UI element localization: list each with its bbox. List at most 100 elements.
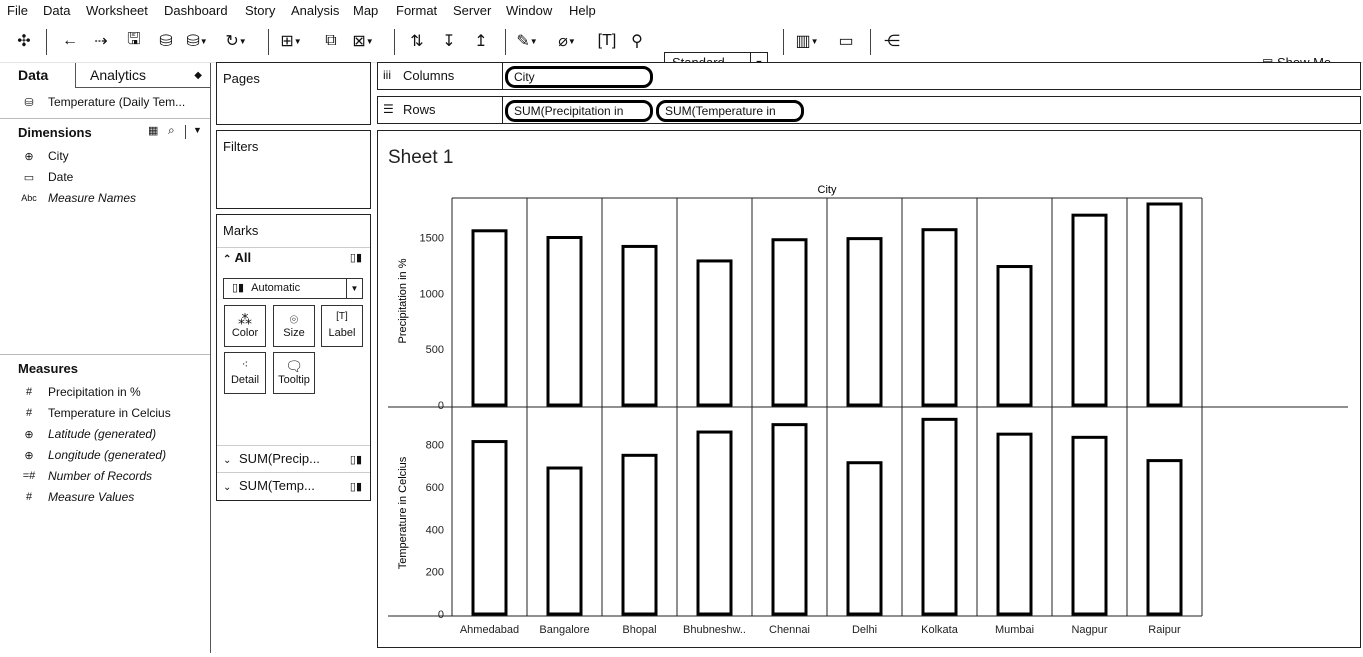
pages-card[interactable]: Pages [216,62,371,125]
save-icon[interactable]: 🖫 [123,30,145,52]
mark-type-select[interactable]: ▯▮ Automatic ▼ [223,278,363,299]
columns-shelf[interactable]: iii Columns City [377,62,1361,90]
x-tick-label: Chennai [769,624,810,636]
new-datasource-icon[interactable]: ⛁ [155,30,177,52]
menu-story[interactable]: Story [245,3,275,18]
dimension-item-city[interactable]: ⊕ City [20,149,68,163]
bar [1146,459,1183,616]
datasource-icon: ⛁ [24,96,34,109]
bar [471,229,508,407]
chevron-up-icon: ⌃ [223,254,232,265]
rows-pill-precipitation[interactable]: SUM(Precipitation in [505,100,653,122]
share-icon[interactable]: ⋲ [881,30,903,52]
menu-file[interactable]: File [7,3,28,18]
datasource-item[interactable]: ⛁ Temperature (Daily Tem... [20,95,185,109]
dimension-item-date[interactable]: ▭ Date [20,170,74,184]
bar-chart-icon: ▯▮ [349,481,362,493]
marks-section-precip-label: SUM(Precip... [239,451,320,466]
sort-ascending-icon[interactable]: ↧ [438,30,460,52]
measure-item-temperature[interactable]: # Temperature in Celcius [20,406,171,420]
size-button[interactable]: ⌾ Size [273,305,315,347]
rows-pill-temperature[interactable]: SUM(Temperature in [656,100,804,122]
marks-section-precip[interactable]: ⌄ SUM(Precip... [223,451,320,466]
text-label-icon: [T] [336,311,348,322]
detail-button[interactable]: ⁖ Detail [224,352,266,394]
chevron-down-icon: ⌄ [223,455,232,466]
bar-chart-icon: ▯▮ [349,252,362,264]
measure-item-measure-values[interactable]: # Measure Values [20,490,134,504]
chevron-down-icon[interactable]: ▼ [193,125,202,135]
columns-pill-city[interactable]: City [505,66,653,88]
filters-title: Filters [223,139,259,154]
undo-icon[interactable]: ← [59,30,81,52]
bar [921,417,958,616]
tooltip-button[interactable]: 🗨 Tooltip [273,352,315,394]
menu-worksheet[interactable]: Worksheet [86,3,148,18]
geo-globe-icon: ⊕ [24,449,34,462]
hash-icon: # [25,386,33,398]
bar [771,238,808,407]
divider [0,354,210,355]
toolbar-divider [394,29,395,55]
x-tick-label: Nagpur [1071,624,1107,636]
show-labels-icon[interactable]: [T] [596,30,618,52]
tab-data[interactable]: Data [0,63,76,88]
menu-server[interactable]: Server [453,3,491,18]
menu-window[interactable]: Window [506,3,552,18]
dimensions-title: Dimensions [18,125,92,140]
menu-bar: File Data Worksheet Dashboard Story Anal… [0,0,1363,22]
label-button-label: Label [328,327,356,339]
menu-analysis[interactable]: Analysis [291,3,339,18]
view-toggle-icon[interactable]: ▦ [148,124,158,137]
swap-icon[interactable]: ⇅ [406,30,428,52]
bar [996,265,1033,407]
column-header: City [818,184,837,196]
dimension-item-measure-names[interactable]: Abc Measure Names [20,191,136,205]
pause-updates-icon[interactable]: ⛁ ▼ [186,30,208,52]
y-axis-label-temperature: Temperature in Celcius [397,456,409,569]
show-cards-icon[interactable]: ▥ ▼ [795,30,818,52]
columns-icon: iii [383,68,391,82]
highlight-icon[interactable]: ✎ ▼ [516,30,538,52]
measure-item-longitude[interactable]: ⊕ Longitude (generated) [20,448,166,462]
marks-section-temp[interactable]: ⌄ SUM(Temp... [223,478,315,493]
bar-chart-icon: ▯▮ [232,282,245,294]
duplicate-sheet-icon[interactable]: ⧉ [320,30,342,52]
group-icon[interactable]: ⌀ ▼ [556,30,578,52]
menu-dashboard[interactable]: Dashboard [164,3,228,18]
measure-item-latitude[interactable]: ⊕ Latitude (generated) [20,427,156,441]
pin-icon[interactable]: ⚲ [626,30,648,52]
rows-shelf[interactable]: ☰ Rows SUM(Precipitation in SUM(Temperat… [377,96,1361,124]
menu-help[interactable]: Help [569,3,596,18]
redo-icon[interactable]: ⇢ [90,30,112,52]
search-icon[interactable]: ⌕ [168,123,175,138]
menu-format[interactable]: Format [396,3,437,18]
measure-item-number-of-records[interactable]: =# Number of Records [20,469,152,483]
bar [696,259,733,407]
color-button[interactable]: ⁂ Color [224,305,266,347]
new-worksheet-icon[interactable]: ⊞ ▼ [280,30,302,52]
toolbar-divider [505,29,506,55]
tableau-logo-icon[interactable]: ✣ [13,30,35,52]
bar [1071,213,1108,407]
measure-item-precipitation[interactable]: # Precipitation in % [20,385,141,399]
divider [217,445,370,446]
presentation-mode-icon[interactable]: ▭ [835,30,857,52]
chart-marks: 0 500 1000 1500 0 200 400 600 800 Ahmedabad Bangal… [388,197,1348,636]
label-button[interactable]: [T] Label [321,305,363,347]
columns-label: Columns [403,68,455,83]
filters-card[interactable]: Filters [216,130,371,209]
menu-map[interactable]: Map [353,3,378,18]
marks-all-header[interactable]: ⌃ All [223,250,251,265]
chevron-down-icon: ▼ [346,279,362,298]
y-tick-label: 0 [438,609,444,621]
calendar-icon: ▭ [23,171,35,184]
refresh-icon[interactable]: ↻ ▼ [225,30,247,52]
sort-descending-icon[interactable]: ↥ [470,30,492,52]
menu-data[interactable]: Data [43,3,70,18]
bar-chart: City Precipitation in % Temperature in C… [388,184,1348,636]
toolbar: ✣ ← ⇢ 🖫 ⛁ ⛁ ▼ ↻ ▼ ⊞ ▼ ⧉ ⊠ ▼ ⇅ ↧ ↥ ✎ ▼ ⌀ ▼ [T] … [0,22,1363,74]
detail-icon: ⁖ [241,359,249,371]
tab-analytics[interactable]: Analytics ◆ [76,63,210,88]
clear-sheet-icon[interactable]: ⊠ ▼ [352,30,374,52]
